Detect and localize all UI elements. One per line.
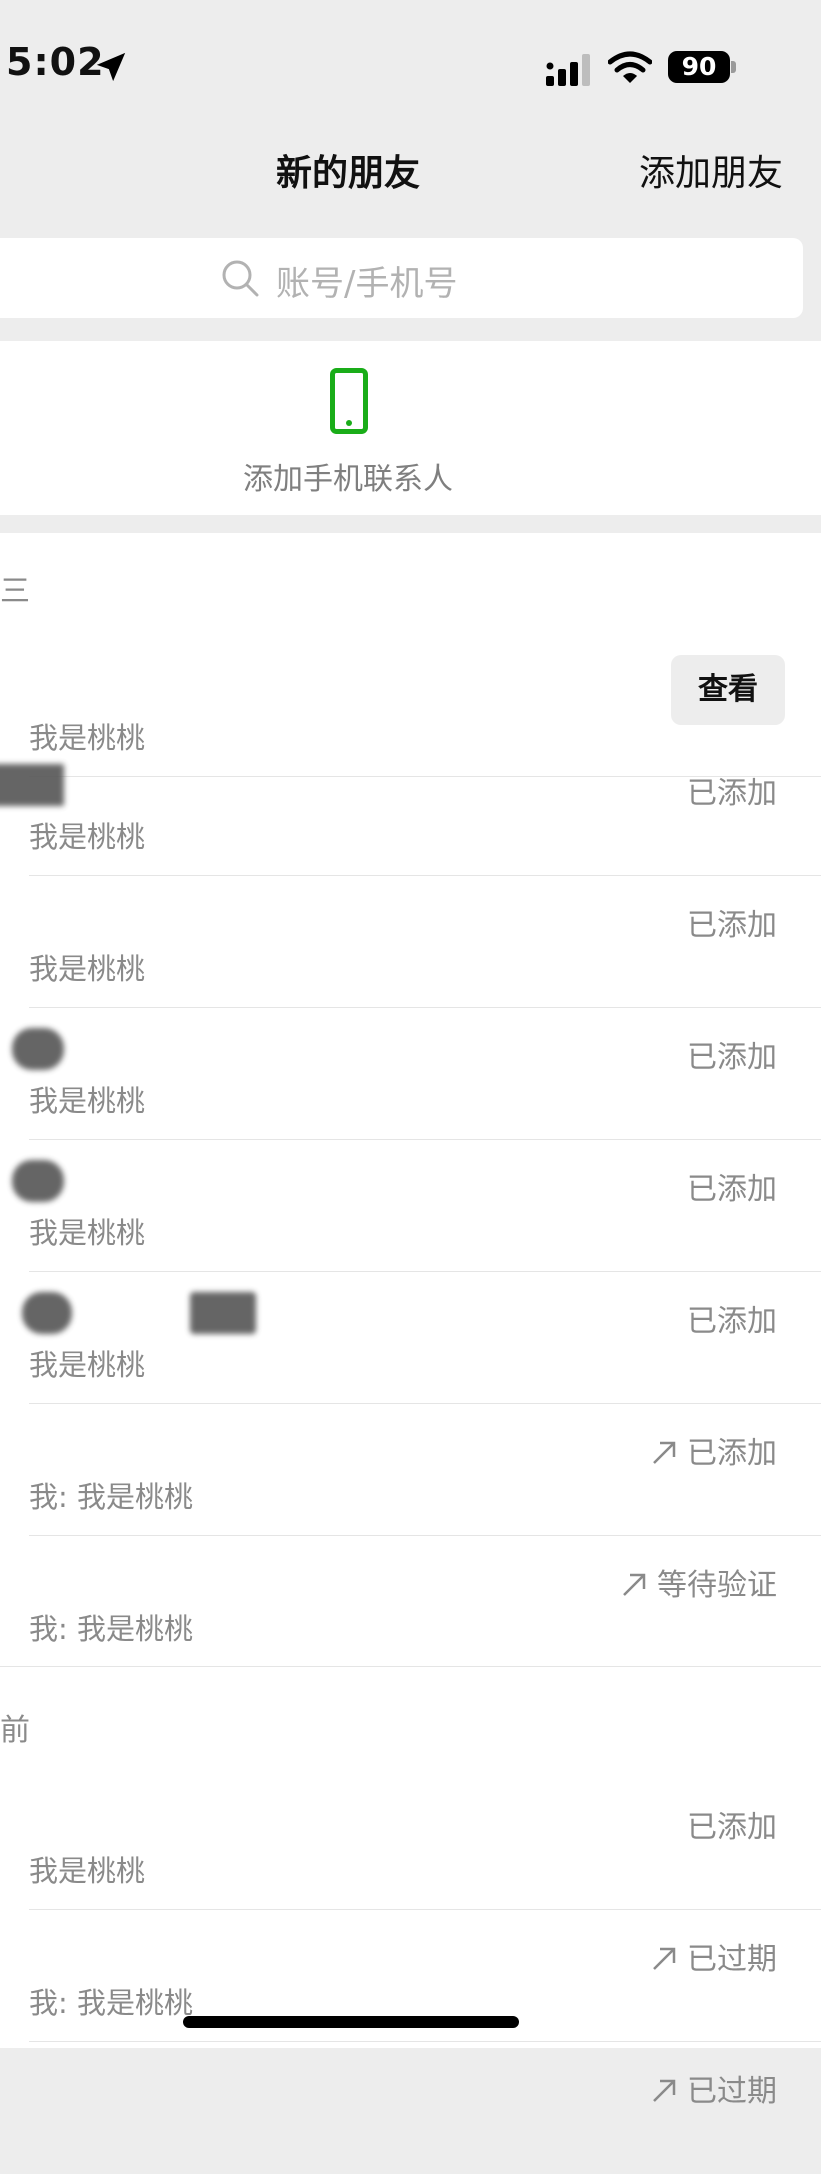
status-label: 已添加 — [687, 908, 777, 943]
cellular-signal-icon — [546, 54, 590, 86]
status-time: 5:02 — [6, 40, 105, 84]
status-label: 已添加 — [687, 1436, 777, 1471]
request-status: 已添加 — [687, 1032, 777, 1076]
request-status: 已过期 — [651, 2066, 777, 2110]
request-status: 已添加 — [651, 1428, 777, 1472]
redacted-name — [22, 1292, 72, 1334]
mobile-phone-icon — [330, 368, 368, 434]
friend-request-row[interactable]: 我是桃桃 已添加 — [0, 744, 821, 876]
status-label: 已过期 — [687, 1942, 777, 1977]
request-message: 我: 我是桃桃 — [29, 1986, 193, 2020]
outgoing-arrow-icon — [653, 1947, 676, 1970]
request-message: 我是桃桃 — [29, 1084, 146, 1118]
request-status: 等待验证 — [621, 1560, 777, 1604]
friend-request-list: 三 我是桃桃 查看 我是桃桃 已添加 我是桃桃 已添加 我是桃桃 已添加 我是桃… — [0, 533, 821, 2109]
friend-request-row[interactable]: 我: 我是桃桃 等待验证 — [0, 1536, 821, 1668]
friend-request-row[interactable]: 我是桃桃 已添加 — [0, 876, 821, 1008]
battery-level: 90 — [668, 51, 730, 83]
search-icon — [222, 260, 259, 297]
request-message: 我是桃桃 — [29, 820, 146, 854]
request-message: 我是桃桃 — [29, 1216, 146, 1250]
request-status: 已添加 — [687, 1296, 777, 1340]
status-label: 已添加 — [687, 1810, 777, 1845]
request-status: 已添加 — [687, 1802, 777, 1846]
status-label: 已过期 — [687, 2074, 777, 2109]
request-status: 已过期 — [651, 1934, 777, 1978]
search-placeholder: 账号/手机号 — [276, 264, 458, 304]
page-title: 新的朋友 — [275, 153, 420, 194]
add-phone-contacts-label: 添加手机联系人 — [243, 462, 453, 497]
redacted-name — [12, 1160, 64, 1202]
status-label: 已添加 — [687, 776, 777, 811]
friend-request-row[interactable]: 我: 我是桃桃 已添加 — [0, 1404, 821, 1536]
add-friend-button[interactable]: 添加朋友 — [639, 144, 783, 196]
status-label: 已添加 — [687, 1040, 777, 1075]
request-message: 我是桃桃 — [29, 952, 146, 986]
status-bar: 5:02 90 — [0, 0, 821, 140]
redacted-name — [0, 764, 64, 806]
outgoing-arrow-icon — [653, 2079, 676, 2102]
redacted-name — [12, 1028, 64, 1070]
section-header: 三 — [0, 574, 30, 609]
friend-request-row[interactable]: 我是桃桃 已添加 — [0, 1140, 821, 1272]
request-status: 已添加 — [687, 900, 777, 944]
status-label: 已添加 — [687, 1304, 777, 1339]
request-message: 我: 我是桃桃 — [29, 1612, 193, 1646]
outgoing-arrow-icon — [623, 1573, 646, 1596]
request-message: 我是桃桃 — [29, 1348, 146, 1382]
section-header: 前 — [0, 1713, 30, 1748]
wifi-icon — [608, 51, 652, 83]
request-message: 我: 我是桃桃 — [29, 1480, 193, 1514]
location-arrow-icon — [96, 52, 126, 82]
status-label: 等待验证 — [657, 1568, 777, 1603]
friend-request-row[interactable]: 我是桃桃 已添加 — [0, 1008, 821, 1140]
outgoing-arrow-icon — [653, 1441, 676, 1464]
section-divider — [0, 1666, 821, 1667]
home-indicator[interactable] — [183, 2016, 519, 2028]
request-status: 已添加 — [687, 1164, 777, 1208]
redacted-name — [190, 1292, 256, 1334]
request-message: 我是桃桃 — [29, 1854, 146, 1888]
friend-request-row[interactable]: 我是桃桃 已添加 — [0, 1272, 821, 1404]
view-request-button[interactable]: 查看 — [671, 655, 785, 725]
friend-request-row[interactable]: 已过期 — [0, 2042, 821, 2174]
battery-tip — [731, 61, 736, 73]
status-label: 已添加 — [687, 1172, 777, 1207]
request-status: 已添加 — [687, 768, 777, 812]
friend-request-row[interactable]: 我是桃桃 已添加 — [0, 1778, 821, 1910]
